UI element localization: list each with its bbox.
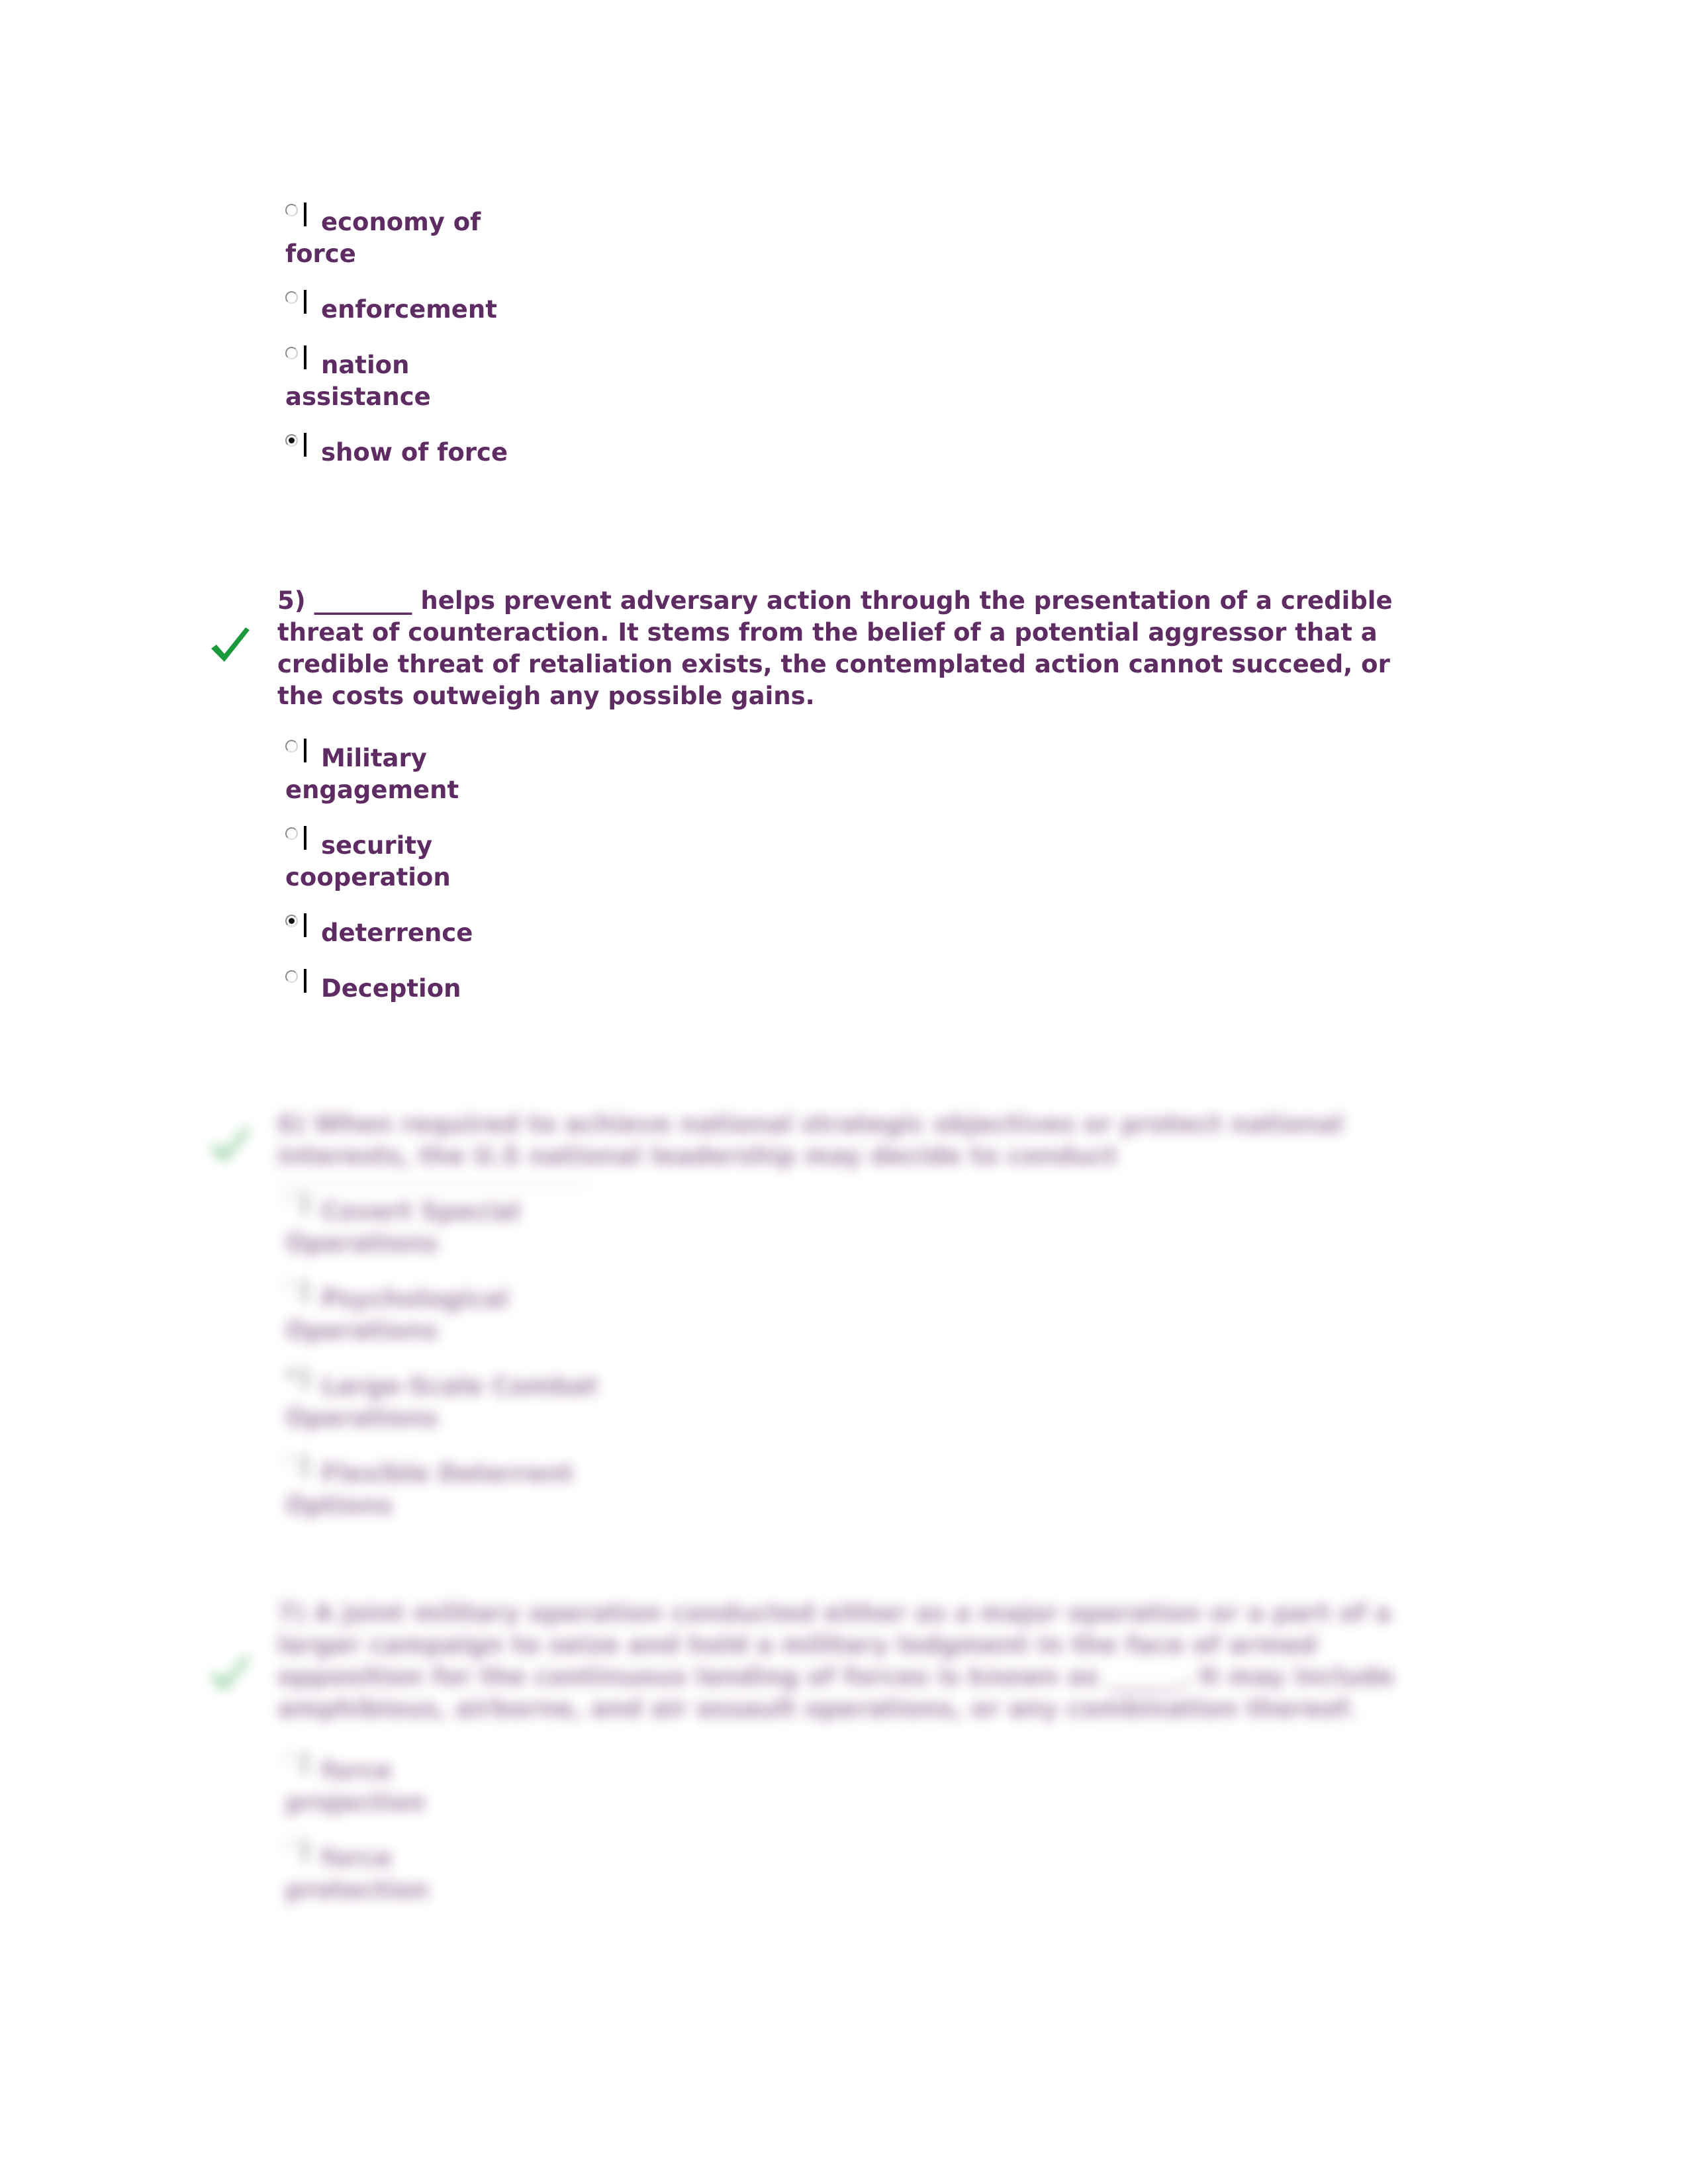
radio-button-selected[interactable] xyxy=(285,913,306,937)
question-text: 5) ________ helps prevent adversary acti… xyxy=(277,586,1393,710)
radio-button[interactable] xyxy=(285,826,306,850)
option-label: Psychological Operations xyxy=(285,1285,509,1345)
option[interactable]: economy of force xyxy=(277,203,514,270)
radio-button[interactable] xyxy=(285,345,306,369)
option-label: Military engagement xyxy=(285,744,459,804)
option-label: show of force xyxy=(321,438,508,467)
checkmark-icon xyxy=(211,627,250,662)
radio-button-selected[interactable] xyxy=(285,433,306,457)
option-label: Flexible Deterrent Options xyxy=(285,1459,573,1520)
option-label: nation assistance xyxy=(285,351,431,411)
radio-button[interactable] xyxy=(285,1454,306,1478)
question-text: 7) A joint military operation conducted … xyxy=(277,1599,1394,1723)
checkmark-icon xyxy=(211,1656,250,1690)
option-label: economy of force xyxy=(285,208,481,268)
option-label: enforcement xyxy=(321,295,497,324)
question-6: 6) When required to achieve national str… xyxy=(211,1109,1416,1545)
question-7: 7) A joint military operation conducted … xyxy=(211,1598,1416,1930)
option-label: deterrence xyxy=(321,919,473,947)
radio-button[interactable] xyxy=(285,290,306,314)
options-list: Covert Special Operations Psychological … xyxy=(277,1192,1416,1522)
option[interactable]: deterrence xyxy=(277,913,514,949)
option-label: Covert Special Operations xyxy=(285,1197,521,1257)
option[interactable]: force protection xyxy=(277,1839,484,1906)
checkmark-icon xyxy=(211,1127,250,1161)
radio-button[interactable] xyxy=(285,203,306,226)
option[interactable]: Deception xyxy=(277,969,514,1005)
radio-button[interactable] xyxy=(285,739,306,762)
option-label: force protection xyxy=(285,1844,429,1904)
radio-button[interactable] xyxy=(285,1279,306,1303)
option[interactable]: Psychological Operations xyxy=(277,1279,656,1347)
option[interactable]: Flexible Deterrent Options xyxy=(277,1454,656,1522)
radio-button[interactable] xyxy=(285,1192,306,1216)
option[interactable]: enforcement xyxy=(277,290,514,326)
option[interactable]: Military engagement xyxy=(277,739,514,806)
options-list: economy of force enforcement nation assi… xyxy=(277,203,1416,469)
option[interactable]: force projection xyxy=(277,1751,484,1819)
option-label: Large-Scale Combat Operations xyxy=(285,1372,598,1432)
question-4: economy of force enforcement nation assi… xyxy=(277,203,1416,492)
option[interactable]: nation assistance xyxy=(277,345,514,413)
radio-button[interactable] xyxy=(285,1839,306,1862)
answer-blank xyxy=(277,1184,588,1185)
option-label: security cooperation xyxy=(285,831,451,891)
option[interactable]: show of force xyxy=(277,433,514,469)
question-text: 6) When required to achieve national str… xyxy=(277,1110,1344,1170)
question-5: 5) ________ helps prevent adversary acti… xyxy=(211,585,1416,1028)
radio-button-selected[interactable] xyxy=(285,1367,306,1390)
option[interactable]: security cooperation xyxy=(277,826,514,893)
radio-button[interactable] xyxy=(285,1751,306,1775)
options-list: Military engagement security cooperation… xyxy=(277,739,1416,1005)
radio-button[interactable] xyxy=(285,969,306,993)
option[interactable]: Covert Special Operations xyxy=(277,1192,656,1259)
options-list: force projection force protection xyxy=(277,1751,1416,1906)
option-label: Deception xyxy=(321,974,461,1003)
option[interactable]: Large-Scale Combat Operations xyxy=(277,1367,656,1434)
